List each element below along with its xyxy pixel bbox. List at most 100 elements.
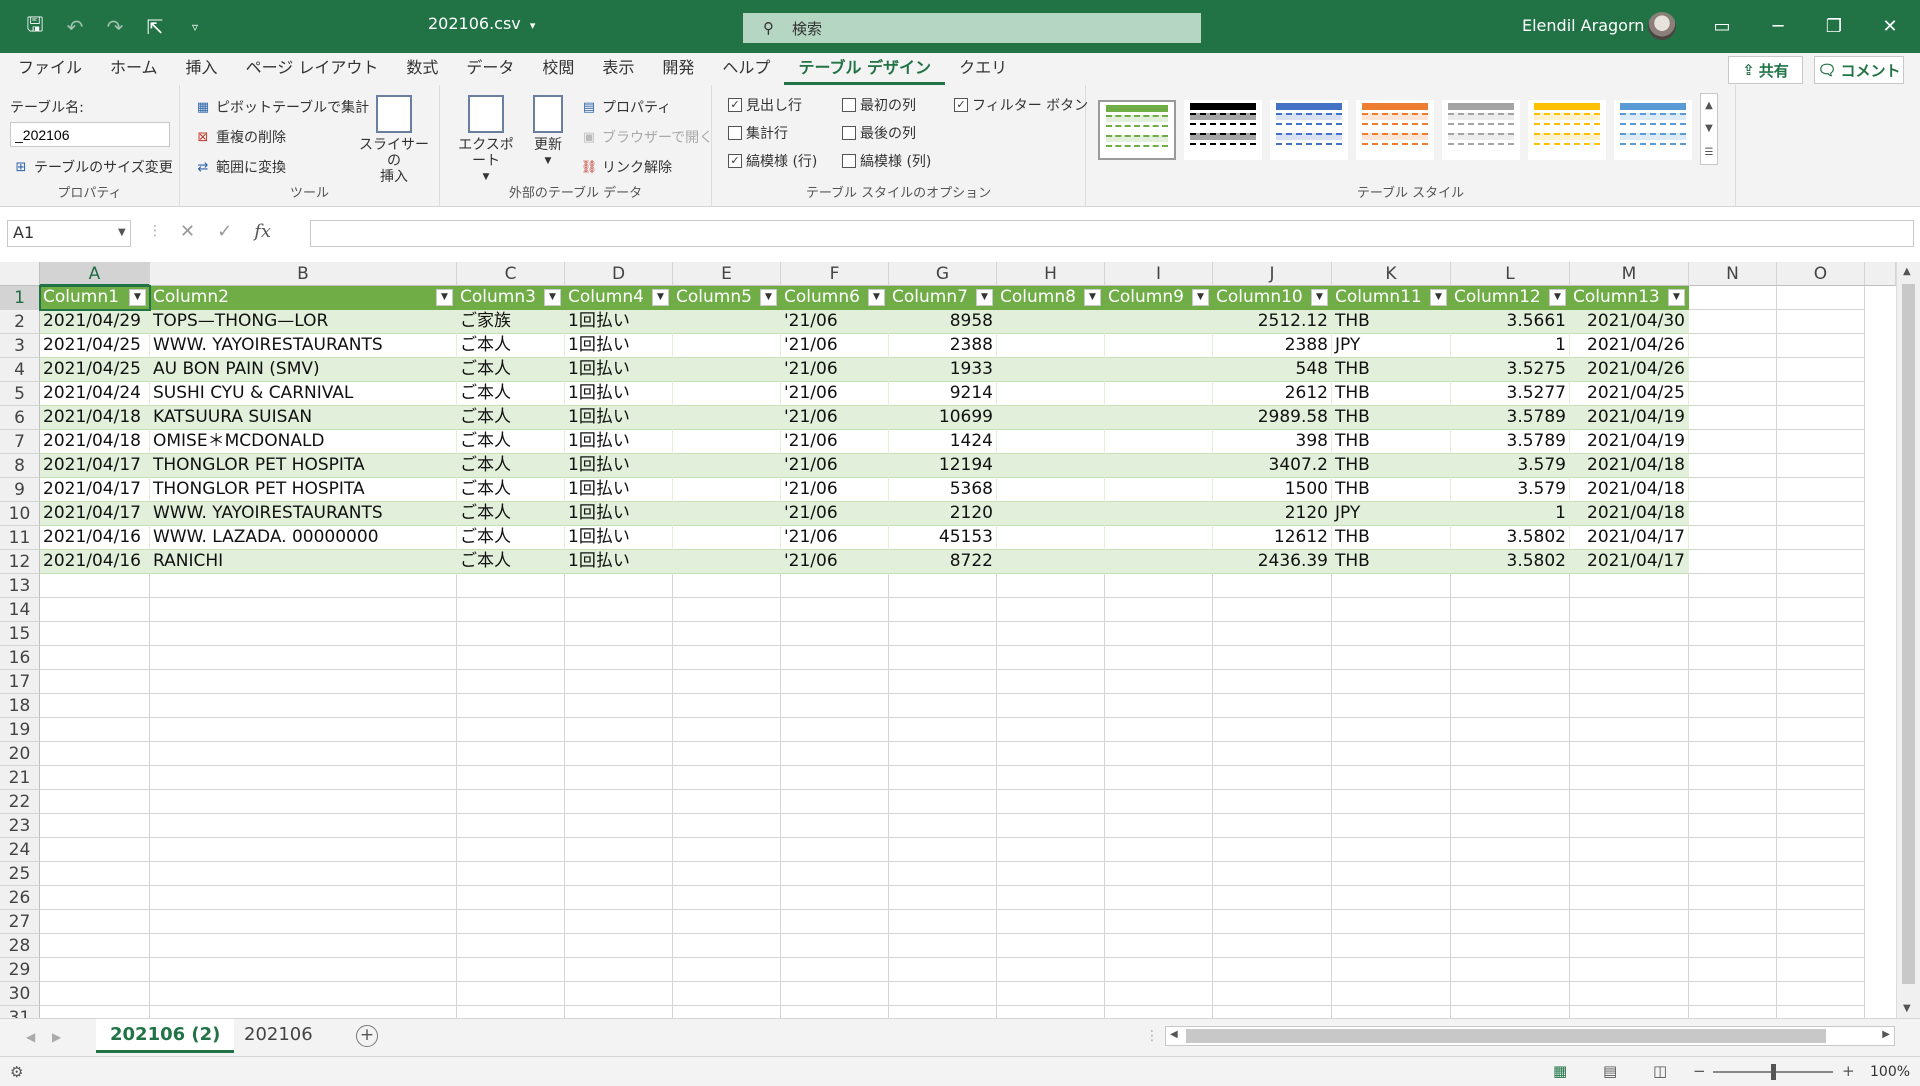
unlink-button[interactable]: ⛓ リンク解除 xyxy=(580,157,672,177)
normal-view-icon[interactable]: ▦ xyxy=(1553,1062,1567,1080)
table-cell[interactable]: ご本人 xyxy=(457,382,565,406)
table-cell[interactable]: 2021/04/17 xyxy=(40,454,150,478)
empty-cell[interactable] xyxy=(889,934,997,958)
table-cell[interactable]: 5368 xyxy=(889,478,997,502)
empty-cell[interactable] xyxy=(1689,454,1777,478)
empty-cell[interactable] xyxy=(997,622,1105,646)
gallery-up-icon[interactable]: ▲ xyxy=(1705,100,1713,111)
table-cell[interactable]: JPY xyxy=(1332,334,1451,358)
empty-cell[interactable] xyxy=(1777,790,1865,814)
empty-cell[interactable] xyxy=(673,862,781,886)
empty-cell[interactable] xyxy=(1332,742,1451,766)
row-header[interactable]: 12 xyxy=(0,550,40,574)
table-cell[interactable] xyxy=(673,502,781,526)
empty-cell[interactable] xyxy=(40,1006,150,1018)
empty-cell[interactable] xyxy=(565,1006,673,1018)
empty-cell[interactable] xyxy=(457,982,565,1006)
table-cell[interactable]: 3.579 xyxy=(1451,478,1570,502)
menu-tab[interactable]: クエリ xyxy=(945,53,1021,85)
table-header-cell[interactable]: Column8 ▼ xyxy=(997,286,1105,310)
empty-cell[interactable] xyxy=(889,814,997,838)
empty-cell[interactable] xyxy=(1689,646,1777,670)
gallery-down-icon[interactable]: ▼ xyxy=(1705,123,1713,134)
empty-cell[interactable] xyxy=(1451,958,1570,982)
empty-cell[interactable] xyxy=(40,766,150,790)
empty-cell[interactable] xyxy=(781,646,889,670)
empty-cell[interactable] xyxy=(1570,934,1689,958)
empty-cell[interactable] xyxy=(457,742,565,766)
empty-cell[interactable] xyxy=(40,814,150,838)
table-cell[interactable] xyxy=(1105,382,1213,406)
empty-cell[interactable] xyxy=(997,862,1105,886)
empty-cell[interactable] xyxy=(673,670,781,694)
enter-icon[interactable]: ✓ xyxy=(217,221,232,242)
empty-cell[interactable] xyxy=(1777,286,1865,310)
empty-cell[interactable] xyxy=(1213,838,1332,862)
table-cell[interactable]: 1回払い xyxy=(565,382,673,406)
row-header[interactable]: 16 xyxy=(0,646,40,670)
table-cell[interactable] xyxy=(673,382,781,406)
table-cell[interactable]: 2021/04/18 xyxy=(40,430,150,454)
empty-cell[interactable] xyxy=(1777,406,1865,430)
empty-cell[interactable] xyxy=(781,790,889,814)
table-cell[interactable]: '21/06 xyxy=(781,358,889,382)
empty-cell[interactable] xyxy=(1689,982,1777,1006)
first-column-checkbox[interactable]: 最初の列 xyxy=(842,95,916,115)
row-header[interactable]: 25 xyxy=(0,862,40,886)
empty-cell[interactable] xyxy=(1689,550,1777,574)
empty-cell[interactable] xyxy=(1689,430,1777,454)
empty-cell[interactable] xyxy=(1213,910,1332,934)
table-style-swatch[interactable] xyxy=(1442,100,1520,160)
column-header-n[interactable]: N xyxy=(1689,262,1777,286)
remove-duplicates-button[interactable]: ⊠ 重複の削除 xyxy=(194,127,286,147)
empty-cell[interactable] xyxy=(673,1006,781,1018)
table-header-cell[interactable]: Column9 ▼ xyxy=(1105,286,1213,310)
empty-cell[interactable] xyxy=(457,622,565,646)
column-header-c[interactable]: C xyxy=(457,262,565,286)
table-cell[interactable] xyxy=(1105,310,1213,334)
table-cell[interactable]: ご本人 xyxy=(457,406,565,430)
empty-cell[interactable] xyxy=(1777,886,1865,910)
table-cell[interactable]: KATSUURA SUISAN xyxy=(150,406,457,430)
empty-cell[interactable] xyxy=(889,646,997,670)
empty-cell[interactable] xyxy=(997,886,1105,910)
empty-cell[interactable] xyxy=(457,670,565,694)
pivot-summarize-button[interactable]: ▦ ピボットテーブルで集計 xyxy=(194,97,369,117)
empty-cell[interactable] xyxy=(1689,310,1777,334)
table-cell[interactable]: 2021/04/17 xyxy=(1570,550,1689,574)
empty-cell[interactable] xyxy=(997,790,1105,814)
row-header[interactable]: 7 xyxy=(0,430,40,454)
convert-to-range-button[interactable]: ⇄ 範囲に変換 xyxy=(194,157,286,177)
scroll-up-icon[interactable]: ▲ xyxy=(1903,266,1911,277)
empty-cell[interactable] xyxy=(781,862,889,886)
table-cell[interactable] xyxy=(1105,526,1213,550)
filter-dropdown-icon[interactable]: ▼ xyxy=(1430,289,1447,306)
column-header-j[interactable]: J xyxy=(1213,262,1332,286)
empty-cell[interactable] xyxy=(997,574,1105,598)
empty-cell[interactable] xyxy=(457,934,565,958)
horizontal-scroll-thumb[interactable] xyxy=(1186,1029,1826,1043)
empty-cell[interactable] xyxy=(1777,310,1865,334)
zoom-out-button[interactable]: − xyxy=(1693,1062,1706,1080)
menu-tab[interactable]: 校閲 xyxy=(528,53,588,85)
row-header[interactable]: 26 xyxy=(0,886,40,910)
empty-cell[interactable] xyxy=(1777,934,1865,958)
empty-cell[interactable] xyxy=(457,790,565,814)
empty-cell[interactable] xyxy=(1777,502,1865,526)
banded-columns-checkbox[interactable]: 縞模様 (列) xyxy=(842,151,931,171)
table-cell[interactable]: '21/06 xyxy=(781,502,889,526)
empty-cell[interactable] xyxy=(1451,718,1570,742)
empty-cell[interactable] xyxy=(1213,598,1332,622)
empty-cell[interactable] xyxy=(1213,694,1332,718)
table-cell[interactable]: '21/06 xyxy=(781,310,889,334)
table-cell[interactable]: 2021/04/30 xyxy=(1570,310,1689,334)
export-button[interactable]: エクスポート ▼ xyxy=(452,95,520,185)
empty-cell[interactable] xyxy=(781,574,889,598)
search-box[interactable]: ⚲ 検索 xyxy=(743,13,1201,43)
table-cell[interactable]: 12612 xyxy=(1213,526,1332,550)
empty-cell[interactable] xyxy=(1332,838,1451,862)
empty-cell[interactable] xyxy=(150,862,457,886)
empty-cell[interactable] xyxy=(1777,862,1865,886)
table-cell[interactable]: ご本人 xyxy=(457,454,565,478)
worksheet-grid[interactable]: ▲ ▼ A B C D E F G H I J K L M N O 1 2 3 4 5 6 7 8 9 10 11 12 13 14 15… xyxy=(0,262,1920,1018)
